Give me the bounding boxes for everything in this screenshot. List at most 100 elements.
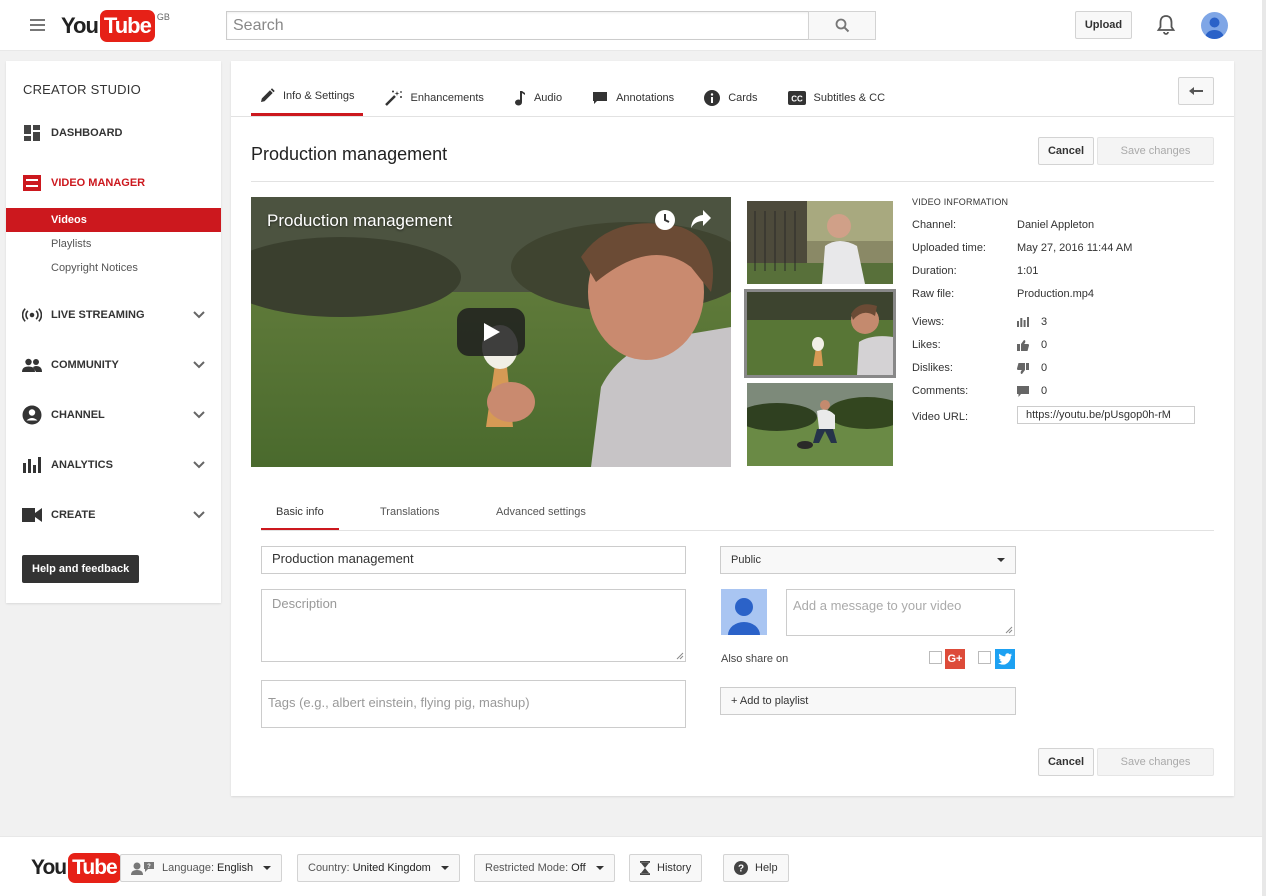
sidebar-item-label: CHANNEL [51,409,105,421]
search-icon [835,18,849,33]
sidebar-item-label: VIDEO MANAGER [51,177,146,189]
language-picker-button[interactable]: ? Language: English [120,854,283,882]
save-changes-button-bottom[interactable]: Save changes [1097,748,1214,776]
resize-handle-icon[interactable] [1005,626,1013,634]
likes-count: 0 [1041,339,1048,351]
info-label-comments: Comments: [912,385,969,397]
thumbnail-option-1[interactable] [747,201,893,284]
sidebar-item-dashboard[interactable]: DASHBOARD [6,121,221,145]
info-value-raw-file: Production.mp4 [1017,288,1095,300]
sidebar-item-analytics[interactable]: ANALYTICS [6,453,221,477]
upload-button[interactable]: Upload [1075,11,1132,39]
views-icon [1017,317,1029,327]
add-to-playlist-button[interactable]: + Add to playlist [720,687,1016,715]
comment-icon [1017,385,1029,397]
sidebar-item-live-streaming[interactable]: LIVE STREAMING [6,303,221,327]
tab-translations[interactable]: Translations [365,502,455,530]
search-input[interactable]: Search [226,11,810,40]
restricted-mode-button[interactable]: Restricted Mode: Off [474,854,615,882]
cc-icon: CC [787,90,806,105]
back-button[interactable] [1178,77,1214,105]
tab-enhancements[interactable]: Enhancements [377,79,492,116]
logo-region: GB [156,12,170,22]
cancel-button-bottom[interactable]: Cancel [1038,748,1094,776]
dropdown-caret-icon [595,866,604,870]
title-input[interactable]: Production management [261,546,686,574]
country-picker-button[interactable]: Country: United Kingdom [297,854,460,882]
sidebar-item-label: ANALYTICS [51,459,113,471]
analytics-icon [22,455,42,475]
sidebar-item-channel[interactable]: CHANNEL [6,403,221,427]
svg-text:?: ? [738,864,744,875]
also-share-label: Also share on [721,653,789,665]
tags-input[interactable]: Tags (e.g., albert einstein, flying pig,… [261,680,686,728]
chevron-down-icon[interactable] [193,459,205,473]
logo-tube-text: Tube [99,10,155,42]
logo-tube-text: Tube [68,853,121,883]
video-player[interactable]: Production management [251,197,731,467]
play-button[interactable] [457,308,525,356]
window-scrollbar[interactable] [1262,0,1266,896]
save-changes-button[interactable]: Save changes [1097,137,1214,165]
thumbnail-option-3[interactable] [747,383,893,466]
menu-icon[interactable] [30,19,45,31]
share-gplus-checkbox[interactable] [929,651,942,664]
language-icon: ? [131,861,155,875]
restricted-key: Restricted Mode: [485,862,569,874]
speech-bubble-icon [592,91,608,105]
privacy-select[interactable]: Public [720,546,1016,574]
sub-tabs-divider [261,530,1214,531]
sidebar-item-community[interactable]: COMMUNITY [6,353,221,377]
chevron-down-icon[interactable] [193,409,205,423]
sidebar-subitem-videos[interactable]: Videos [6,208,221,232]
watch-later-icon[interactable] [654,209,676,234]
sidebar-subitem-playlists[interactable]: Playlists [6,232,221,256]
share-twitter-checkbox[interactable] [978,651,991,664]
info-label-duration: Duration: [912,265,957,277]
tab-basic-info[interactable]: Basic info [261,502,339,530]
info-value-likes: 0 [1017,339,1047,351]
chevron-down-icon[interactable] [193,359,205,373]
sidebar-item-video-manager[interactable]: VIDEO MANAGER [6,171,221,195]
help-button[interactable]: ? Help [723,854,789,882]
chevron-down-icon[interactable] [193,309,205,323]
sidebar-subitem-copyright-notices[interactable]: Copyright Notices [6,256,221,280]
tab-advanced-settings[interactable]: Advanced settings [481,502,601,530]
resize-handle-icon[interactable] [676,652,684,660]
info-label-video-url: Video URL: [912,411,969,423]
create-icon [22,505,42,525]
info-icon [704,89,721,106]
tab-label: Subtitles & CC [813,91,886,104]
sidebar-item-create[interactable]: CREATE [6,503,221,527]
description-textarea[interactable]: Description [261,589,686,662]
help-and-feedback-button[interactable]: Help and feedback [22,555,140,583]
chevron-down-icon[interactable] [193,509,205,523]
youtube-logo[interactable]: You Tube GB [61,10,170,42]
thumbnail-option-2[interactable] [744,289,896,378]
share-icon[interactable] [690,209,712,232]
account-avatar[interactable] [1201,12,1228,39]
cancel-button[interactable]: Cancel [1038,137,1094,165]
history-button[interactable]: History [629,854,703,882]
tab-info-settings[interactable]: Info & Settings [251,79,363,116]
masthead: You Tube GB Search Upload [0,0,1266,51]
notifications-bell-icon[interactable] [1156,14,1176,39]
search-button[interactable] [808,11,876,40]
logo-you-text: You [61,13,99,38]
info-label-likes: Likes: [912,339,941,351]
message-avatar [721,589,767,635]
video-information-heading: VIDEO INFORMATION [912,197,1009,207]
tab-label: Annotations [616,91,675,104]
history-label: History [657,862,692,874]
footer-youtube-logo[interactable]: You Tube [31,853,121,883]
video-url-field[interactable]: https://youtu.be/pUsgop0h-rM [1017,406,1195,424]
share-message-textarea[interactable]: Add a message to your video [786,589,1015,636]
tab-cards[interactable]: Cards [696,79,765,116]
tab-audio[interactable]: Audio [506,79,570,116]
tab-annotations[interactable]: Annotations [584,79,682,116]
info-value-views: 3 [1017,316,1047,328]
live-streaming-icon [22,305,42,325]
language-key: Language: [162,862,214,874]
tab-subtitles-cc[interactable]: CC Subtitles & CC [780,79,894,116]
info-label-channel: Channel: [912,219,957,231]
